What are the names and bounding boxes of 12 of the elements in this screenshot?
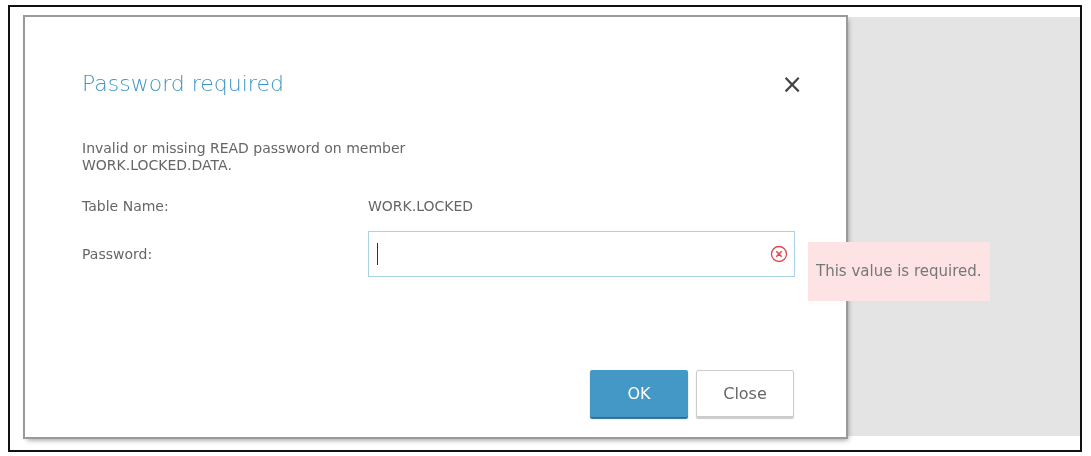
error-icon (770, 245, 788, 263)
error-message: Invalid or missing READ password on member WORK.LOCKED.DATA. (82, 140, 407, 174)
ok-button[interactable]: OK (590, 370, 688, 417)
text-cursor (377, 243, 378, 265)
field-label: Table Name: (82, 197, 170, 216)
field-label: Password: (82, 244, 154, 264)
field-value: WORK.LOCKED (368, 197, 474, 216)
dialog-title: Password required (82, 70, 284, 98)
close-button[interactable]: Close (696, 370, 794, 417)
close-button[interactable]: × (776, 70, 808, 97)
error-tooltip: This value is required. (808, 242, 990, 301)
password-field[interactable] (368, 231, 795, 277)
